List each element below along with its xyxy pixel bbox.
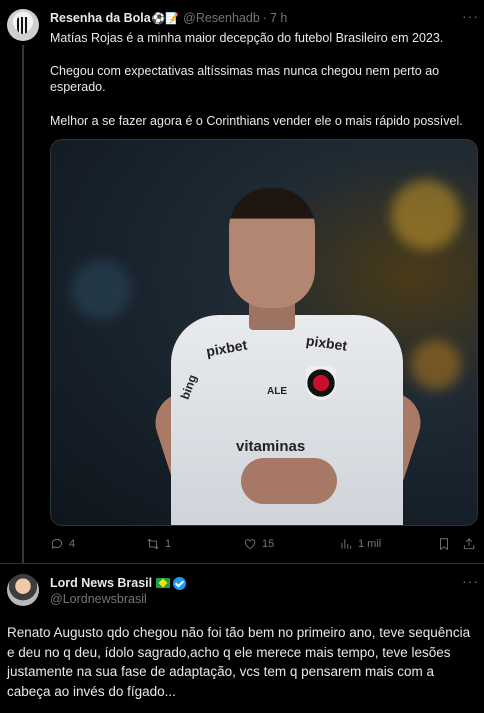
handle[interactable]: @Lordnewsbrasil (50, 592, 147, 606)
views-chart-icon (341, 539, 352, 549)
timestamp[interactable]: 7 h (270, 11, 287, 25)
more-icon[interactable]: ··· (462, 8, 479, 24)
display-name[interactable]: Resenha da Bola (50, 11, 151, 25)
tweet-text-line-2: Chegou com expectativas altíssimas mas n… (50, 64, 440, 94)
tweet-text-line-3: Melhor a se fazer agora é o Corinthians … (50, 114, 463, 128)
reply-icon (51, 538, 63, 549)
avatar[interactable] (7, 574, 39, 606)
like-button[interactable]: 15 (243, 537, 274, 551)
heart-icon (244, 539, 256, 550)
share-icon (463, 538, 475, 550)
views-button[interactable]: 1 mil (339, 537, 381, 551)
player-hands (241, 458, 337, 504)
handle[interactable]: @Resenhadb (183, 11, 260, 25)
bookmark-icon (440, 538, 448, 551)
separator-dot: · (262, 11, 267, 25)
player-head (229, 188, 315, 308)
view-count: 1 mil (358, 538, 382, 550)
share-button[interactable] (462, 537, 476, 551)
tweet-header: Lord News Brasil (50, 576, 187, 590)
reply-count: 4 (69, 538, 76, 550)
tweet-text-line-1: Matías Rojas é a minha maior decepção do… (50, 31, 444, 45)
more-icon[interactable]: ··· (462, 573, 479, 589)
tweet-lordnews[interactable]: Lord News Brasil @Lordnewsbrasil ··· Ren… (0, 563, 484, 713)
thread-line (22, 45, 24, 563)
display-name[interactable]: Lord News Brasil (50, 576, 152, 590)
repost-count: 1 (165, 538, 172, 550)
club-crest (306, 366, 336, 400)
reply-button[interactable]: 4 (50, 537, 75, 551)
tweet-image[interactable]: pixbet pixbet bing ALE vitaminas (50, 139, 478, 526)
name-emojis: ⚽📝 (151, 12, 180, 25)
sponsor-ale: ALE (267, 386, 287, 397)
bookmark-button[interactable] (437, 537, 451, 551)
tweet-header: Resenha da Bola ⚽📝 @Resenhadb · 7 h (50, 11, 287, 25)
tweet-actions: 4 1 15 1 mil (50, 537, 476, 555)
tweet-resenha[interactable]: Resenha da Bola ⚽📝 @Resenhadb · 7 h ··· … (0, 0, 484, 563)
like-count: 15 (262, 538, 275, 550)
avatar[interactable] (7, 9, 39, 41)
repost-icon (147, 538, 159, 550)
repost-button[interactable]: 1 (146, 537, 171, 551)
sponsor-chest: vitaminas (236, 438, 306, 455)
tweet-text: Renato Augusto qdo chegou não foi tão be… (7, 625, 471, 699)
brazil-flag-icon (156, 578, 171, 588)
verified-badge-icon[interactable] (173, 576, 187, 590)
